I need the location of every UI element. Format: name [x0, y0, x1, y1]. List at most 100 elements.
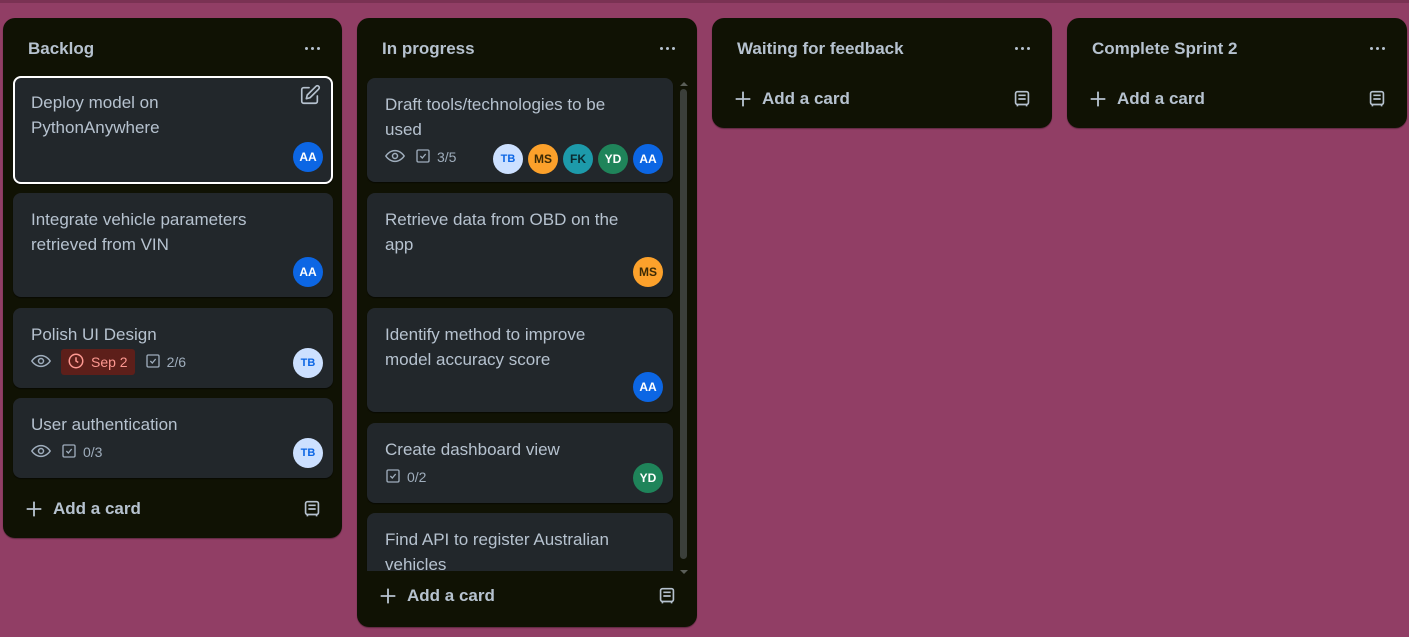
scrollbar-thumb[interactable] [680, 89, 687, 559]
checkbox-icon [385, 468, 401, 487]
checklist-badge: 2/6 [145, 349, 186, 375]
card-title: Identify method to improve model accurac… [385, 325, 586, 369]
card-members: AA [293, 257, 323, 287]
card-title: Draft tools/technologies to be used [385, 95, 606, 139]
list-menu-button[interactable] [1361, 37, 1393, 59]
avatar[interactable]: TB [493, 144, 523, 174]
avatar[interactable]: AA [293, 257, 323, 287]
eye-icon [30, 354, 52, 371]
card-user-authentication[interactable]: User authentication 0/3 TB [13, 398, 333, 478]
add-card-label: Add a card [762, 89, 850, 108]
plus-icon [23, 498, 45, 520]
card-template-icon[interactable] [656, 585, 678, 607]
card-polish-ui[interactable]: Polish UI Design Sep 2 2/6 TB [13, 308, 333, 388]
card-members: TB [293, 348, 323, 378]
due-date-text: Sep 2 [91, 354, 128, 370]
checkbox-icon [61, 443, 77, 462]
add-card-button[interactable]: Add a card [1077, 83, 1205, 115]
avatar[interactable]: TB [293, 348, 323, 378]
list-title[interactable]: In progress [382, 39, 475, 59]
avatar[interactable]: YD [598, 144, 628, 174]
card-retrieve-obd[interactable]: Retrieve data from OBD on the app MS [367, 193, 673, 297]
card-members: AA [293, 142, 323, 172]
card-template-icon[interactable] [1366, 88, 1388, 110]
card-members: TB MS FK YD AA [493, 144, 663, 174]
card-template-icon[interactable] [1011, 88, 1033, 110]
checklist-badge: 0/3 [61, 439, 102, 465]
card-badges: 3/5 [384, 144, 456, 170]
board-top-border [0, 0, 1409, 3]
card-title: Retrieve data from OBD on the app [385, 210, 619, 254]
card-integrate-vehicle-params[interactable]: Integrate vehicle parameters retrieved f… [13, 193, 333, 297]
list-header[interactable]: In progress [357, 18, 697, 80]
card-list-scroll-area[interactable]: Draft tools/technologies to be used 3/5 … [357, 73, 677, 571]
pencil-icon[interactable] [299, 84, 321, 106]
checklist-count: 0/2 [407, 469, 427, 485]
add-card-label: Add a card [1117, 89, 1205, 108]
list-backlog: Backlog Deploy model on PythonAnywhere A… [3, 18, 342, 538]
list-in-progress: In progress Draft tools/technologies to … [357, 18, 697, 627]
avatar[interactable]: AA [633, 144, 663, 174]
card-members: AA [633, 372, 663, 402]
checklist-count: 0/3 [83, 444, 103, 460]
checkbox-icon [415, 148, 431, 167]
add-card-label: Add a card [53, 499, 141, 518]
avatar[interactable]: AA [633, 372, 663, 402]
plus-icon [732, 88, 754, 110]
card-draft-tools[interactable]: Draft tools/technologies to be used 3/5 … [367, 78, 673, 182]
card-template-icon[interactable] [301, 498, 323, 520]
avatar[interactable]: MS [528, 144, 558, 174]
vertical-scrollbar[interactable] [678, 73, 690, 574]
add-card-button[interactable]: Add a card [367, 580, 495, 612]
list-title[interactable]: Complete Sprint 2 [1092, 39, 1237, 59]
list-header[interactable]: Waiting for feedback [712, 18, 1052, 80]
plus-icon [377, 585, 399, 607]
plus-icon [1087, 88, 1109, 110]
clock-icon [67, 352, 85, 373]
add-card-button[interactable]: Add a card [13, 493, 141, 525]
card-identify-method[interactable]: Identify method to improve model accurac… [367, 308, 673, 412]
list-waiting-for-feedback: Waiting for feedback Add a card [712, 18, 1052, 128]
due-date-badge[interactable]: Sep 2 [61, 349, 135, 375]
list-menu-button[interactable] [296, 37, 328, 59]
card-title: Polish UI Design [31, 325, 157, 344]
card-members: YD [633, 463, 663, 493]
card-badges: 0/3 [30, 439, 102, 465]
card-create-dashboard[interactable]: Create dashboard view 0/2 YD [367, 423, 673, 503]
add-card-button[interactable]: Add a card [722, 83, 850, 115]
watch-badge [30, 349, 52, 375]
card-find-api[interactable]: Find API to register Australian vehicles [367, 513, 673, 571]
eye-icon [384, 149, 406, 166]
list-title[interactable]: Waiting for feedback [737, 39, 904, 59]
list-menu-button[interactable] [1006, 37, 1038, 59]
add-card-label: Add a card [407, 586, 495, 605]
avatar[interactable]: YD [633, 463, 663, 493]
card-title: User authentication [31, 415, 178, 434]
card-badges: 0/2 [385, 464, 426, 490]
watch-badge [30, 439, 52, 465]
checklist-badge: 3/5 [415, 144, 456, 170]
card-title: Create dashboard view [385, 440, 560, 459]
list-title[interactable]: Backlog [28, 39, 94, 59]
checkbox-icon [145, 353, 161, 372]
checklist-badge: 0/2 [385, 464, 426, 490]
avatar[interactable]: TB [293, 438, 323, 468]
avatar[interactable]: AA [293, 142, 323, 172]
avatar[interactable]: FK [563, 144, 593, 174]
avatar[interactable]: MS [633, 257, 663, 287]
scroll-down-arrow-icon[interactable] [680, 563, 688, 574]
watch-badge [384, 144, 406, 170]
list-menu-button[interactable] [651, 37, 683, 59]
card-badges: Sep 2 2/6 [30, 349, 186, 375]
card-title: Deploy model on PythonAnywhere [31, 93, 160, 137]
card-title: Integrate vehicle parameters retrieved f… [31, 210, 247, 254]
eye-icon [30, 444, 52, 461]
card-deploy-model[interactable]: Deploy model on PythonAnywhere AA [13, 76, 333, 184]
checklist-count: 3/5 [437, 149, 457, 165]
card-members: MS [633, 257, 663, 287]
scroll-up-arrow-icon[interactable] [680, 75, 688, 86]
list-complete-sprint-2: Complete Sprint 2 Add a card [1067, 18, 1407, 128]
list-header[interactable]: Complete Sprint 2 [1067, 18, 1407, 80]
list-header[interactable]: Backlog [3, 18, 342, 80]
card-members: TB [293, 438, 323, 468]
